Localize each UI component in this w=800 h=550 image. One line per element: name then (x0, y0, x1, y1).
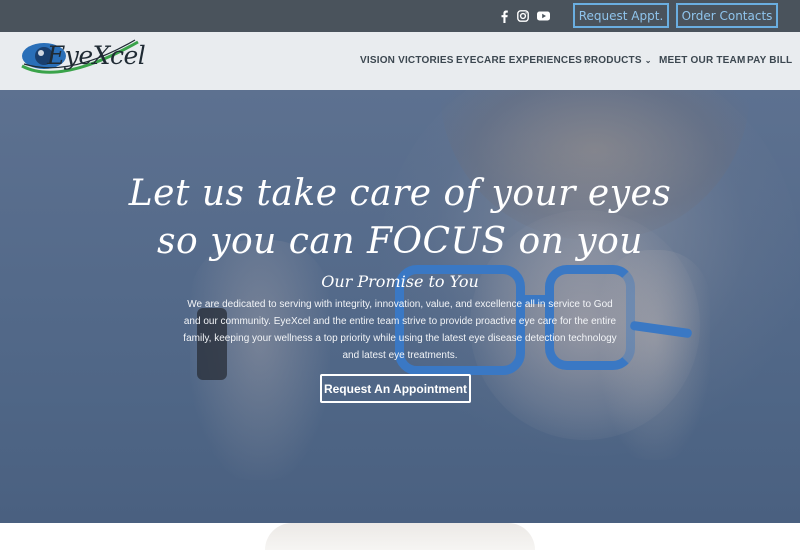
nav-label: VISION VICTORIES (360, 55, 454, 66)
request-appointment-button[interactable]: Request An Appointment (320, 374, 471, 403)
nav-products[interactable]: PRODUCTS ⌄ (584, 55, 652, 66)
order-contacts-button[interactable]: Order Contacts (676, 3, 778, 28)
nav-label: PAY BILL (747, 55, 793, 66)
chevron-down-icon: ⌄ (644, 56, 652, 65)
hero-headline-line2: so you can FOCUS on you (157, 221, 643, 262)
promise-text: We are dedicated to serving with integri… (183, 299, 617, 361)
nav-label: MEET OUR TEAM (659, 55, 746, 66)
facebook-icon[interactable] (497, 9, 511, 23)
hero-headline-line1: Let us take care of your eyes (128, 173, 672, 214)
eyexcel-logo[interactable]: EyeXcel (20, 36, 146, 88)
next-section (0, 523, 800, 550)
nav-label: EYECARE EXPERIENCES (456, 55, 583, 66)
nav-eyecare-experiences[interactable]: EYECARE EXPERIENCES ⌄ (456, 55, 592, 66)
instagram-icon[interactable] (516, 9, 530, 23)
youtube-icon[interactable] (536, 9, 550, 23)
section-image-top (265, 523, 535, 550)
promise-heading: Our Promise to You (321, 272, 479, 291)
top-bar: Request Appt. Order Contacts (0, 0, 800, 32)
nav-vision-victories[interactable]: VISION VICTORIES (360, 55, 454, 66)
site-header: EyeXcel VISION VICTORIES EYECARE EXPERIE… (0, 32, 800, 90)
nav-meet-our-team[interactable]: MEET OUR TEAM (659, 55, 746, 66)
request-appt-button[interactable]: Request Appt. (573, 3, 669, 28)
nav-pay-bill[interactable]: PAY BILL (747, 55, 792, 66)
nav-label: PRODUCTS (584, 55, 642, 66)
logo-text: EyeXcel (47, 41, 146, 70)
